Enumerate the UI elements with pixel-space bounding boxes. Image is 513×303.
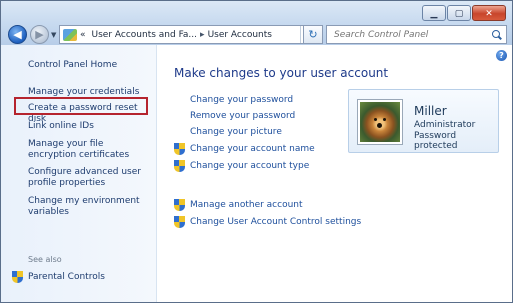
breadcrumb-user-accounts-family[interactable]: User Accounts and Fa... [92,30,198,40]
breadcrumb-separator-icon[interactable]: ▸ [200,30,205,40]
search-box[interactable] [326,25,507,44]
uac-settings-link[interactable]: Change User Account Control settings [174,216,361,228]
refresh-button[interactable]: ↻ [303,25,323,44]
manage-another-account-label[interactable]: Manage another account [190,200,303,210]
sidebar-item-environment-variables[interactable]: Change my environment variables [28,196,148,218]
page-title: Make changes to your user account [174,66,389,80]
shield-icon [174,160,185,172]
control-panel-icon [63,28,77,41]
help-icon[interactable]: ? [496,50,507,61]
avatar [358,100,402,144]
address-prefix[interactable]: « [80,30,86,40]
search-input[interactable] [332,28,486,41]
close-button[interactable]: ✕ [472,5,506,21]
minimize-button[interactable]: ▁ [422,5,446,21]
control-panel-window: ▁ ▢ ✕ ◀ ▶ ▼ « User Accounts and Fa... ▸ … [0,0,513,303]
change-password-link[interactable]: Change your password [190,95,293,105]
user-name: Miller [414,104,447,118]
sidebar-item-parental-controls[interactable]: Parental Controls [12,271,105,283]
change-picture-label[interactable]: Change your picture [190,127,282,137]
address-bar[interactable]: « User Accounts and Fa... ▸ User Account… [59,25,316,44]
sidebar-item-link-online-ids[interactable]: Link online IDs [28,121,148,132]
uac-settings-label[interactable]: Change User Account Control settings [190,217,361,227]
shield-icon [12,271,23,283]
change-account-type-link[interactable]: Change your account type [174,160,309,172]
window-controls: ▁ ▢ ✕ [421,5,506,21]
sidebar-item-control-panel-home[interactable]: Control Panel Home [28,60,148,71]
change-account-name-link[interactable]: Change your account name [174,143,315,155]
user-role: Administrator [414,120,476,130]
remove-password-link[interactable]: Remove your password [190,111,295,121]
breadcrumb-user-accounts[interactable]: User Accounts [208,30,272,40]
highlight-box [14,97,148,115]
change-account-name-label[interactable]: Change your account name [190,144,315,154]
shield-icon [174,143,185,155]
see-also-heading: See also [28,255,62,264]
forward-button[interactable]: ▶ [30,25,49,44]
left-task-pane: Control Panel Home Manage your credentia… [1,45,157,302]
sidebar-item-file-encryption[interactable]: Manage your file encryption certificates [28,139,148,161]
back-button[interactable]: ◀ [8,25,27,44]
shield-icon [174,216,185,228]
change-account-type-label[interactable]: Change your account type [190,161,309,171]
sidebar-item-advanced-profile[interactable]: Configure advanced user profile properti… [28,167,148,189]
user-password-status: Password protected [414,131,458,151]
search-icon[interactable] [492,30,501,39]
title-bar: ▁ ▢ ✕ ◀ ▶ ▼ « User Accounts and Fa... ▸ … [1,1,512,45]
shield-icon [174,199,185,211]
recent-pages-dropdown[interactable]: ▼ [51,31,56,39]
maximize-button[interactable]: ▢ [447,5,471,21]
change-picture-link[interactable]: Change your picture [190,127,282,137]
parental-controls-label[interactable]: Parental Controls [28,272,105,282]
manage-another-account-link[interactable]: Manage another account [174,199,303,211]
user-account-card: Miller Administrator Password protected [348,89,499,153]
